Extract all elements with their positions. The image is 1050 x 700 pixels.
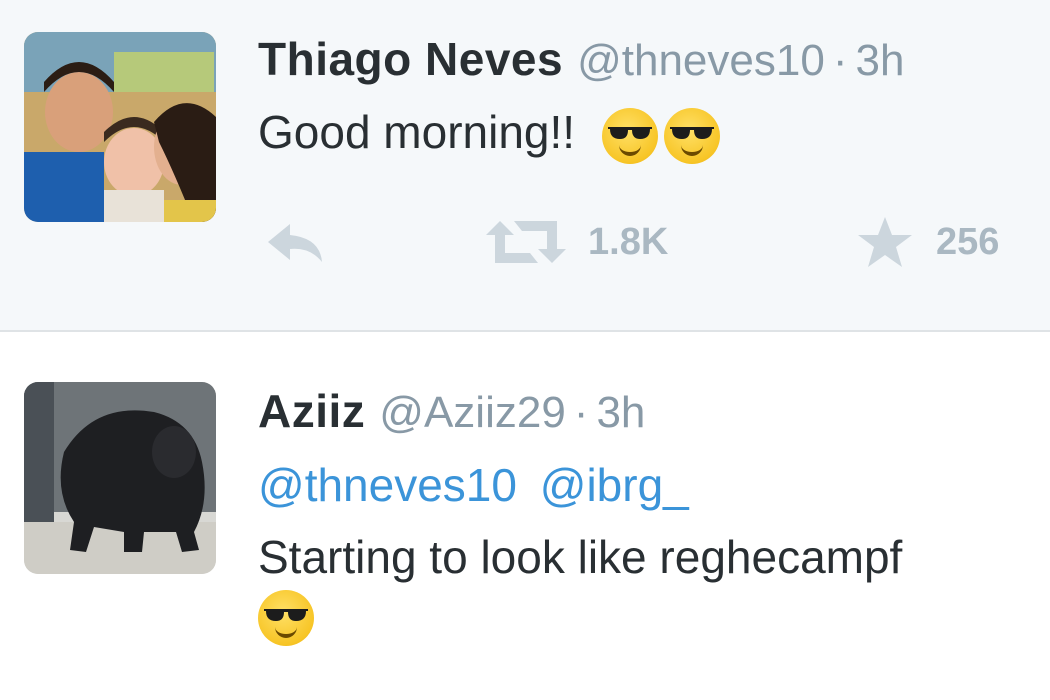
retweet-count: 1.8K: [588, 220, 669, 263]
display-name[interactable]: Aziiz: [258, 385, 365, 437]
tweet-text: Good morning!!: [258, 108, 720, 164]
retweet-icon: [486, 217, 566, 267]
avatar[interactable]: [24, 382, 216, 574]
tweet-actions: 1.8K 256: [258, 212, 1038, 272]
mention-link[interactable]: @ibrg_: [540, 459, 689, 511]
reply-icon: [264, 218, 328, 266]
user-handle[interactable]: @thneves10: [577, 36, 825, 85]
tweet-header: Aziiz @Aziiz29 · 3h: [258, 388, 645, 435]
separator: ·: [573, 388, 589, 437]
retweet-button[interactable]: 1.8K: [486, 212, 668, 272]
separator: ·: [832, 36, 848, 85]
reply-button[interactable]: [264, 212, 328, 272]
favorite-count: 256: [936, 220, 1000, 263]
avatar-photo: [24, 382, 216, 574]
tweet-thiago-neves[interactable]: Thiago Neves @thneves10 · 3h Good morning!!: [0, 0, 1050, 332]
mention-link[interactable]: @thneves10: [258, 459, 517, 511]
sunglasses-emoji-icon: [601, 108, 658, 164]
tweet-header: Thiago Neves @thneves10 · 3h: [258, 36, 904, 83]
tweet-text-content: Good morning!!: [258, 106, 576, 159]
avatar[interactable]: [24, 32, 216, 222]
avatar-photo: [24, 32, 216, 222]
favorite-button[interactable]: 256: [856, 212, 999, 272]
user-handle[interactable]: @Aziiz29: [379, 388, 566, 437]
sunglasses-emoji-icon: [258, 590, 314, 646]
display-name[interactable]: Thiago Neves: [258, 33, 563, 85]
tweet-aziiz[interactable]: Aziiz @Aziiz29 · 3h @thneves10 @ibrg_ Start…: [0, 332, 1050, 700]
timestamp[interactable]: 3h: [596, 388, 645, 437]
sunglasses-emoji-icon: [663, 108, 720, 164]
tweet-text-content: Starting to look like reghecampf: [258, 531, 903, 583]
tweet-mentions: @thneves10 @ibrg_: [258, 462, 689, 508]
star-icon: [856, 215, 914, 269]
timestamp[interactable]: 3h: [855, 36, 904, 85]
tweet-emoji-line: [258, 590, 314, 646]
